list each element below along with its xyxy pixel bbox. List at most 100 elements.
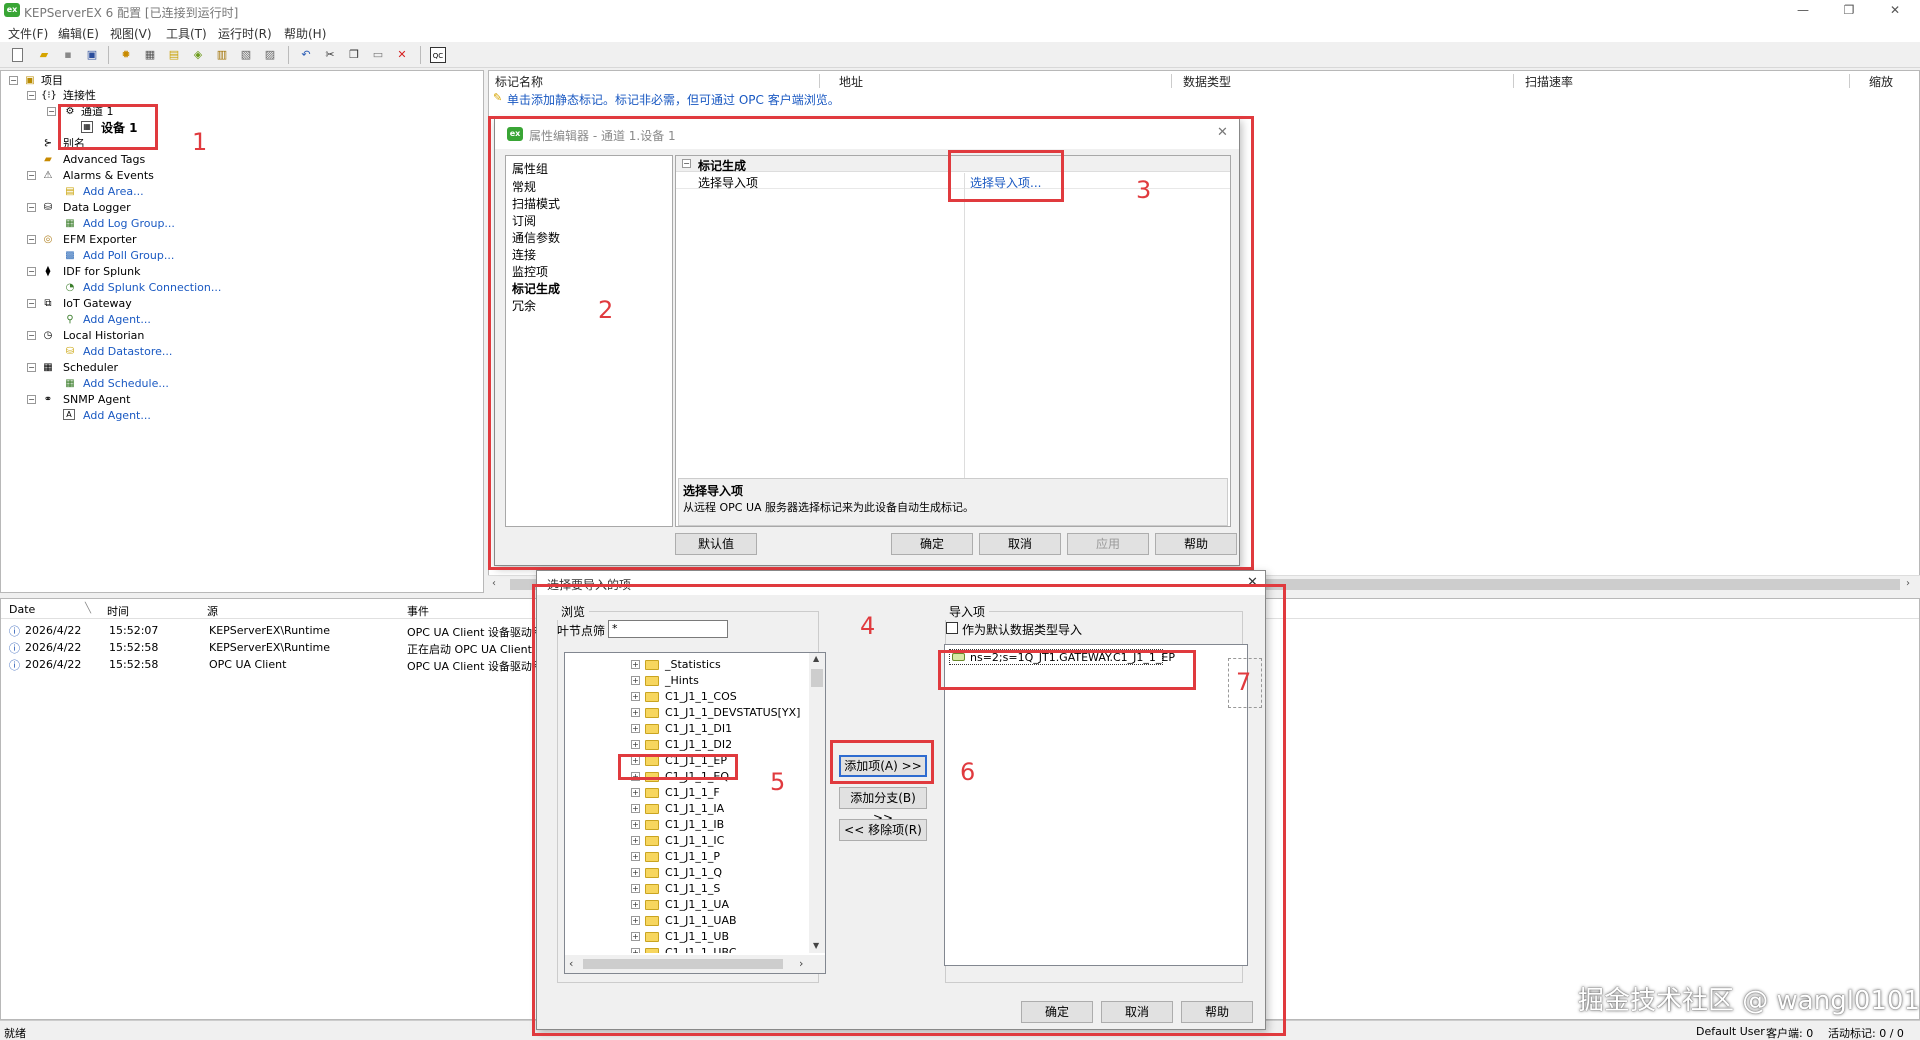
- tree-add-agent2[interactable]: Add Agent...: [83, 409, 151, 423]
- menu-runtime[interactable]: 运行时(R): [218, 25, 272, 42]
- tree-data-logger[interactable]: Data Logger: [63, 201, 131, 215]
- menu-edit[interactable]: 编辑(E): [58, 25, 99, 42]
- advanced-tags-icon: ▰: [44, 154, 52, 165]
- menu-tools[interactable]: 工具(T): [166, 25, 207, 42]
- data-logger-icon: ⛁: [43, 202, 53, 213]
- log-time: 15:52:07: [109, 624, 159, 637]
- collapse-icon[interactable]: −: [9, 76, 18, 85]
- menu-file[interactable]: 文件(F): [8, 25, 48, 42]
- tree-advanced-tags[interactable]: Advanced Tags: [63, 153, 145, 167]
- log-col-time[interactable]: 时间: [107, 603, 129, 619]
- collapse-icon[interactable]: −: [27, 363, 36, 372]
- annotation-1: 1: [192, 128, 208, 156]
- status-active-tags: 活动标记: 0 / 0: [1828, 1027, 1904, 1040]
- tree-efm[interactable]: EFM Exporter: [63, 233, 137, 247]
- tree-project[interactable]: 项目: [41, 74, 63, 88]
- scroll-right-icon[interactable]: ›: [1906, 578, 1910, 589]
- new-icon[interactable]: [12, 48, 23, 62]
- log-col-source[interactable]: 源: [207, 603, 218, 619]
- close-button[interactable]: ✕: [1872, 0, 1918, 22]
- highlight-box-6: [830, 740, 934, 784]
- log-col-event[interactable]: 事件: [407, 603, 429, 619]
- collapse-icon[interactable]: −: [27, 267, 36, 276]
- col-scan-rate[interactable]: 扫描速率: [1525, 73, 1573, 90]
- collapse-icon[interactable]: −: [27, 203, 36, 212]
- collapse-icon[interactable]: −: [27, 395, 36, 404]
- collapse-icon[interactable]: −: [27, 91, 36, 100]
- status-clients: 客户端: 0: [1766, 1027, 1814, 1040]
- project-icon: ▣: [25, 75, 35, 86]
- highlight-box-5: [618, 754, 738, 780]
- tree-historian[interactable]: Local Historian: [63, 329, 144, 343]
- tree-scheduler[interactable]: Scheduler: [63, 361, 118, 375]
- scroll-left-icon[interactable]: ‹: [492, 578, 496, 589]
- log-source: KEPServerEX\Runtime: [209, 624, 331, 637]
- tree-iot[interactable]: IoT Gateway: [63, 297, 132, 311]
- add-datastore-icon: ⛁: [65, 346, 75, 357]
- quick-client-icon[interactable]: QC: [430, 47, 446, 63]
- toolbar: ▰ ▪ ▣ ✹ ▦ ▤ ◈ ▥ ▧ ▨ ↶ ✂ ❐ ▭ ✕ QC: [0, 42, 1920, 68]
- app-icon: ex: [4, 3, 20, 17]
- new-device-icon[interactable]: ▦: [142, 47, 158, 63]
- log-time: 15:52:58: [109, 658, 159, 671]
- scheduler-icon: ▦: [43, 362, 53, 373]
- tree-add-datastore[interactable]: Add Datastore...: [83, 345, 172, 359]
- save-icon[interactable]: ▣: [84, 47, 100, 63]
- menu-view[interactable]: 视图(V): [110, 25, 152, 42]
- add-schedule-icon: ▦: [65, 378, 75, 389]
- log-event: OPC UA Client 设备驱动程: [407, 660, 543, 673]
- log-source: OPC UA Client: [209, 658, 287, 671]
- add-tag-hint-icon: ✎: [493, 91, 503, 104]
- log-col-date[interactable]: Date: [9, 603, 35, 616]
- sort-icon: ╲: [85, 603, 92, 614]
- new-tag-group-icon[interactable]: ▤: [166, 47, 182, 63]
- delete-icon[interactable]: ✕: [394, 47, 410, 63]
- collapse-icon[interactable]: −: [27, 299, 36, 308]
- cut-icon[interactable]: ✂: [322, 47, 338, 63]
- tree-add-area[interactable]: Add Area...: [83, 185, 144, 199]
- log-event: 正在启动 OPC UA Client: [407, 643, 532, 656]
- tree-add-poll-group[interactable]: Add Poll Group...: [83, 249, 174, 263]
- annotation-3: 3: [1136, 176, 1152, 204]
- paste-icon[interactable]: ▭: [370, 47, 386, 63]
- add-static-tag-hint[interactable]: 单击添加静态标记。标记非必需，但可通过 OPC 客户端浏览。: [507, 91, 840, 108]
- collapse-icon[interactable]: −: [27, 331, 36, 340]
- info-icon: ⓘ: [9, 625, 20, 638]
- annotation-4: 4: [860, 612, 876, 640]
- log-date: 2026/4/22: [25, 624, 82, 637]
- tree-idf[interactable]: IDF for Splunk: [63, 265, 141, 279]
- new-tag-icon[interactable]: ◈: [190, 47, 206, 63]
- duplicate-icon[interactable]: ▧: [238, 47, 254, 63]
- tree-add-agent[interactable]: Add Agent...: [83, 313, 151, 327]
- collapse-icon[interactable]: −: [27, 171, 36, 180]
- save-disabled-icon[interactable]: ▪: [60, 47, 76, 63]
- efm-icon: ◎: [43, 234, 53, 245]
- undo-icon[interactable]: ↶: [298, 47, 314, 63]
- col-data-type[interactable]: 数据类型: [1183, 73, 1231, 90]
- col-address[interactable]: 地址: [839, 73, 863, 90]
- collapse-icon[interactable]: −: [27, 235, 36, 244]
- tree-add-log-group[interactable]: Add Log Group...: [83, 217, 175, 231]
- maximize-button[interactable]: ❐: [1826, 0, 1872, 22]
- highlight-box-1: [58, 104, 158, 150]
- connectivity-icon: {⁝}: [41, 90, 57, 101]
- properties-icon[interactable]: ▨: [262, 47, 278, 63]
- tree-add-schedule[interactable]: Add Schedule...: [83, 377, 169, 391]
- connectivity-icon[interactable]: ✹: [118, 47, 134, 63]
- alarm-icon: ⚠: [43, 170, 53, 181]
- bulk-tag-icon[interactable]: ▥: [214, 47, 230, 63]
- tree-connectivity[interactable]: 连接性: [63, 89, 96, 103]
- minimize-button[interactable]: —: [1780, 0, 1826, 22]
- copy-icon[interactable]: ❐: [346, 47, 362, 63]
- tree-snmp[interactable]: SNMP Agent: [63, 393, 130, 407]
- col-scaling[interactable]: 缩放: [1869, 73, 1893, 90]
- open-icon[interactable]: ▰: [36, 47, 52, 63]
- annotation-5: 5: [770, 768, 786, 796]
- menu-bar: 文件(F) 编辑(E) 视图(V) 工具(T) 运行时(R) 帮助(H): [0, 22, 1920, 42]
- col-tag-name[interactable]: 标记名称: [495, 73, 543, 90]
- collapse-icon[interactable]: −: [47, 107, 56, 116]
- menu-help[interactable]: 帮助(H): [284, 25, 326, 42]
- tree-alarms[interactable]: Alarms & Events: [63, 169, 154, 183]
- annotation-2: 2: [598, 296, 614, 324]
- tree-add-splunk[interactable]: Add Splunk Connection...: [83, 281, 221, 295]
